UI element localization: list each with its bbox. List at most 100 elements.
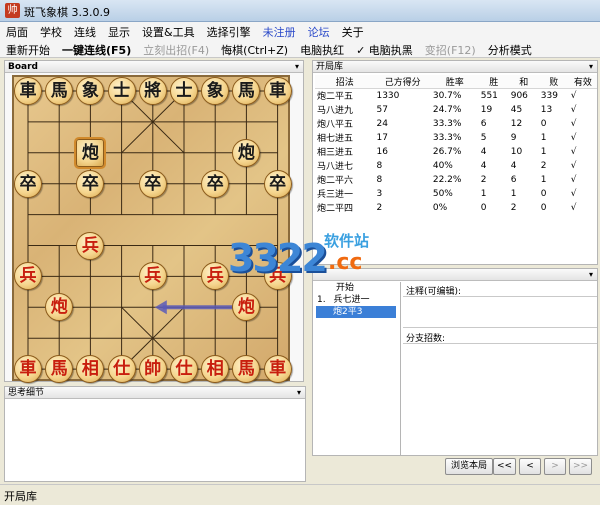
pin-icon[interactable]: ▾ [589, 61, 593, 73]
table-row[interactable]: 炮二平五 1330 30.7% 551 906 339 √ [315, 89, 597, 103]
undo-button[interactable]: 悔棋(Ctrl+Z) [215, 40, 294, 57]
table-row[interactable]: 兵三进一 3 50% 1 1 0 √ [315, 187, 597, 201]
table-row[interactable]: 马八进九 57 24.7% 19 45 13 √ [315, 103, 597, 117]
table-cell: 4 [480, 160, 487, 171]
col-draws[interactable]: 和 [508, 75, 539, 89]
pin-icon[interactable]: ▾ [297, 387, 301, 399]
red-piece[interactable]: 兵 [76, 231, 105, 260]
table-row[interactable]: 马八进七 8 40% 4 4 2 √ [315, 159, 597, 173]
computer-plays-black-button[interactable]: ✓ 电脑执黑 [350, 40, 419, 57]
next-move-button[interactable]: > [544, 458, 566, 475]
menu-settings-tools[interactable]: 设置&工具 [136, 22, 201, 40]
table-cell: 9 [510, 132, 517, 143]
black-piece[interactable]: 炮 [232, 138, 261, 167]
col-score[interactable]: 己方得分 [374, 75, 431, 89]
table-cell: √ [570, 202, 577, 213]
table-cell: 5 [480, 132, 487, 143]
pin-icon[interactable]: ▾ [589, 269, 593, 281]
table-cell: 30.7% [432, 90, 462, 101]
think-panel-title: 思考细节 [8, 388, 45, 398]
table-cell: 24 [376, 118, 388, 129]
status-bar: 开局库 [0, 484, 600, 505]
table-cell: 6 [480, 118, 487, 129]
menu-unregistered[interactable]: 未注册 [257, 22, 302, 40]
browse-game-button[interactable]: 浏览本局 [445, 458, 493, 475]
table-cell: 2 [540, 160, 547, 171]
table-cell: 17 [376, 132, 388, 143]
black-piece[interactable]: 卒 [201, 169, 230, 198]
menu-position[interactable]: 局面 [0, 22, 34, 40]
first-move-button[interactable]: << [493, 458, 516, 475]
analysis-mode-button[interactable]: 分析模式 [482, 40, 538, 57]
move-row-selected[interactable]: 炮2平3 [316, 306, 396, 318]
move-list[interactable]: 开始 1. 兵七进一 炮2平3 [314, 282, 401, 456]
table-cell: 24.7% [432, 104, 462, 115]
black-piece[interactable]: 炮 [74, 136, 107, 169]
table-cell: 33.3% [432, 132, 462, 143]
table-cell: 0 [540, 202, 547, 213]
last-move-button[interactable]: >> [569, 458, 592, 475]
table-cell: 4 [480, 146, 487, 157]
black-piece[interactable]: 士 [170, 77, 198, 105]
table-cell: √ [570, 188, 577, 199]
comment-textarea[interactable] [403, 296, 597, 328]
black-piece[interactable]: 卒 [76, 169, 105, 198]
col-wins[interactable]: 胜 [478, 75, 509, 89]
window-title: 斑飞象棋 3.3.0.9 [24, 6, 110, 19]
prev-move-button[interactable]: < [519, 458, 541, 475]
menu-bar: 局面 学校 连线 显示 设置&工具 选择引擎 未注册 论坛 关于 [0, 22, 600, 40]
table-row[interactable]: 炮二平四 2 0% 0 2 0 √ [315, 201, 597, 215]
black-piece[interactable]: 卒 [138, 169, 167, 198]
black-piece[interactable]: 馬 [45, 77, 74, 105]
col-winrate[interactable]: 胜率 [430, 75, 479, 89]
move-now-button[interactable]: 立刻出招(F4) [137, 40, 215, 57]
table-cell: 22.2% [432, 174, 462, 185]
black-piece[interactable]: 卒 [263, 169, 292, 198]
watermark-domain: .cc [328, 250, 363, 275]
variation-button[interactable]: 变招(F12) [419, 40, 482, 57]
table-cell: 炮二平五 [317, 92, 354, 103]
black-piece[interactable]: 將 [138, 77, 167, 105]
move-row[interactable]: 1. 兵七进一 [314, 294, 400, 306]
table-cell: √ [570, 146, 577, 157]
table-row[interactable]: 相三进五 16 26.7% 4 10 1 √ [315, 145, 597, 159]
restart-button[interactable]: 重新开始 [0, 40, 56, 57]
table-row[interactable]: 炮八平五 24 33.3% 6 12 0 √ [315, 117, 597, 131]
menu-select-engine[interactable]: 选择引擎 [201, 22, 257, 40]
col-valid[interactable]: 有效 [568, 75, 597, 89]
menu-connect[interactable]: 连线 [68, 22, 102, 40]
red-piece[interactable]: 車 [14, 355, 42, 384]
board-panel: Board ▾ 車馬象士將士象馬車炮炮卒卒卒卒卒兵兵兵兵兵炮炮車馬相仕帥仕相馬車 [4, 60, 304, 384]
menu-about[interactable]: 关于 [336, 22, 370, 40]
menu-school[interactable]: 学校 [34, 22, 68, 40]
black-piece[interactable]: 卒 [14, 169, 42, 198]
table-cell: √ [570, 104, 577, 115]
table-row[interactable]: 炮二平六 8 22.2% 2 6 1 √ [315, 173, 597, 187]
menu-display[interactable]: 显示 [102, 22, 136, 40]
table-cell: 50% [432, 188, 453, 199]
black-piece[interactable]: 士 [107, 77, 136, 105]
table-cell: 1 [540, 146, 547, 157]
pin-icon[interactable]: ▾ [295, 61, 299, 73]
black-piece[interactable]: 象 [201, 77, 230, 105]
menu-forum[interactable]: 论坛 [302, 22, 336, 40]
col-move[interactable]: 招法 [315, 75, 375, 89]
red-piece[interactable]: 車 [263, 355, 292, 384]
red-piece[interactable]: 仕 [170, 355, 198, 384]
moves-panel: ▾ 开始 1. 兵七进一 炮2平3 注释(可编辑): 分支招数: [312, 268, 598, 456]
branch-list[interactable] [403, 343, 597, 455]
black-piece[interactable]: 車 [263, 77, 292, 105]
table-cell: 1 [510, 188, 517, 199]
red-piece[interactable]: 帥 [138, 355, 167, 384]
col-losses[interactable]: 败 [538, 75, 569, 89]
one-click-connect-button[interactable]: 一键连线(F5) [56, 40, 137, 57]
black-piece[interactable]: 車 [14, 77, 42, 105]
computer-plays-red-button[interactable]: 电脑执红 [294, 40, 350, 57]
table-row[interactable]: 相七进五 17 33.3% 5 9 1 √ [315, 131, 597, 145]
watermark-logo: 3322 软件站 .cc [228, 228, 398, 284]
table-cell: 0% [432, 202, 448, 213]
red-piece[interactable]: 兵 [138, 262, 167, 291]
table-cell: 炮二平六 [317, 176, 354, 186]
comment-area: 注释(可编辑): 分支招数: [403, 282, 598, 456]
red-piece[interactable]: 仕 [107, 355, 136, 384]
